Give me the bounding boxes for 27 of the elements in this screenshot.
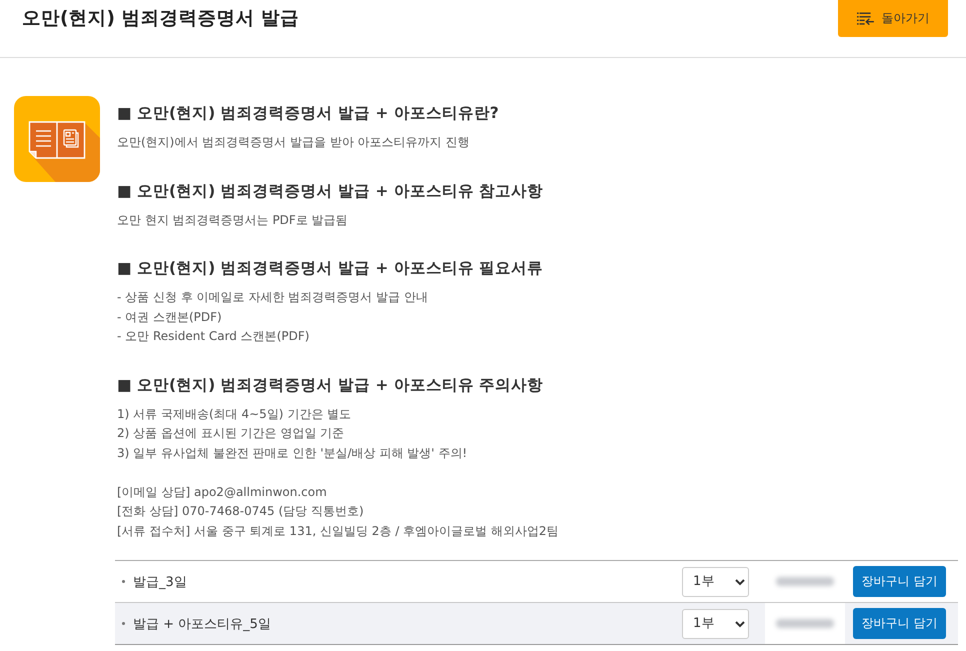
info-line: - 상품 신청 후 이메일로 자세한 범죄경력증명서 발급 안내 (117, 289, 429, 306)
page-title: 오만(현지) 범죄경력증명서 발급 (22, 7, 299, 31)
info-line: [전화 상담] 070-7468-0745 (담당 직통번호) (117, 503, 365, 520)
document-app-icon (14, 96, 100, 182)
section-heading: ■ 오만(현지) 범죄경력증명서 발급 + 아포스티유 필요서류 (117, 258, 544, 279)
info-line: 1) 서류 국제배송(최대 4~5일) 기간은 별도 (117, 406, 352, 422)
section-heading: ■ 오만(현지) 범죄경력증명서 발급 + 아포스티유 참고사항 (117, 180, 544, 202)
info-line: 오만(현지)에서 범죄경력증명서 발급을 받아 아포스티유까지 진행 (117, 134, 470, 151)
add-to-cart-button[interactable]: 장바구니 담기 (853, 566, 946, 597)
info-line: - 여권 스캔본(PDF) (117, 308, 223, 326)
quantity-select[interactable]: 1부 (682, 608, 749, 638)
section-heading: ■ 오만(현지) 범죄경력증명서 발급 + 아포스티유 주의사항 (117, 374, 544, 396)
section-heading: ■ 오만(현지) 범죄경력증명서 발급 + 아포스티유란? (117, 103, 500, 124)
info-line: - 오만 Resident Card 스캔본(PDF) (117, 328, 310, 345)
info-line: 2) 상품 옵션에 표시된 기간은 영업일 기준 (117, 425, 346, 442)
quantity-select[interactable]: 1부 (682, 566, 749, 596)
option-name: 발급 + 아포스티유_5일 (133, 616, 272, 632)
info-line: [이메일 상담] apo2@allminwon.com (117, 484, 328, 500)
info-line: [서류 접수처] 서울 중구 퇴계로 131, 신일빌딩 2층 / 후엠아이글로벌 해외사업2팀 (117, 522, 560, 540)
info-line: 3) 일부 유사업체 불완전 판매로 인한 '분실/배상 피해 발생' 주의! (117, 444, 468, 462)
option-name: 발급_3일 (133, 574, 188, 590)
bullet-icon (122, 580, 125, 583)
list-back-icon (856, 12, 874, 25)
add-to-cart-button[interactable]: 장바구니 담기 (853, 608, 946, 639)
back-button[interactable]: 돌아가기 (838, 0, 948, 37)
info-line: 오만 현지 범죄경력증명서는 PDF로 발급됨 (117, 212, 349, 228)
bullet-icon (122, 622, 125, 625)
